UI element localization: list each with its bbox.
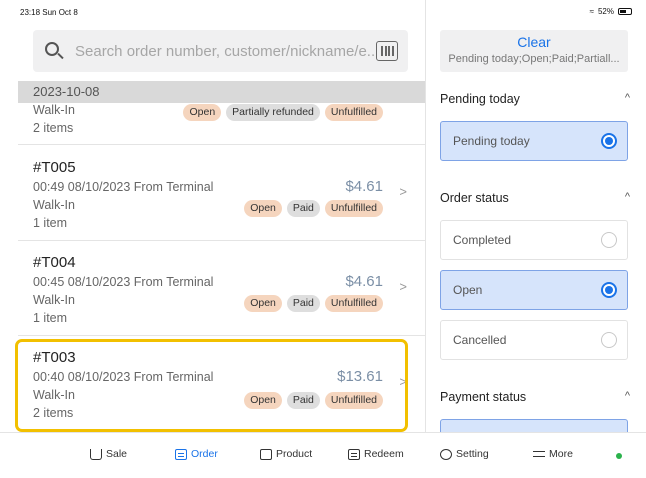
search-input[interactable]	[75, 42, 376, 60]
status-badge-partially-refunded: Partially refunded	[226, 104, 320, 121]
nav-label: Setting	[456, 448, 489, 460]
status-badge-paid: Paid	[286, 200, 320, 217]
bottom-nav: Sale Order Product Redeem Setting More	[0, 432, 646, 478]
chevron-right-icon: >	[399, 279, 407, 294]
order-row-partial[interactable]: Walk-In 2 items Open Partially refunded …	[18, 103, 425, 145]
radio-icon	[601, 332, 617, 348]
status-badge-unfulfilled: Unfulfilled	[324, 104, 383, 121]
order-items-count: 2 items	[33, 406, 74, 420]
option-label: Completed	[453, 233, 512, 247]
order-badges: Open Paid Unfulfilled	[244, 392, 383, 409]
status-badge-unfulfilled: Unfulfilled	[324, 200, 383, 217]
filter-panel: Clear Pending today;Open;Paid;Partiall..…	[425, 0, 646, 432]
filter-option-pending-today[interactable]: Pending today	[440, 121, 628, 161]
order-number: #T005	[33, 159, 76, 176]
order-amount: $13.61	[337, 368, 383, 385]
order-list-icon	[175, 448, 187, 460]
status-badge-unfulfilled: Unfulfilled	[324, 295, 383, 312]
nav-item-product[interactable]: Product	[260, 448, 312, 460]
clear-filters-button[interactable]: Clear Pending today;Open;Paid;Partiall..…	[440, 30, 628, 72]
status-badge-open: Open	[244, 392, 282, 409]
chevron-right-icon: >	[399, 374, 407, 389]
order-number: #T003	[33, 349, 76, 366]
clear-label: Clear	[517, 34, 551, 50]
ticket-icon	[348, 448, 360, 460]
order-list-panel: 2023-10-08 Walk-In 2 items Open Partiall…	[0, 0, 425, 432]
section-title-payment-status: Payment status	[440, 390, 527, 404]
search-icon	[43, 40, 65, 62]
order-amount: $4.61	[345, 178, 383, 195]
order-meta: 00:45 08/10/2023 From Terminal	[33, 275, 214, 289]
chevron-up-icon[interactable]: ^	[625, 92, 630, 104]
status-badge-open: Open	[244, 295, 282, 312]
order-customer: Walk-In	[33, 103, 75, 117]
bag-icon	[260, 448, 272, 460]
filter-option-cancelled[interactable]: Cancelled	[440, 320, 628, 360]
order-badges: Open Paid Unfulfilled	[244, 295, 383, 312]
cart-icon	[90, 448, 102, 460]
radio-selected-icon	[601, 133, 617, 149]
section-title-pending: Pending today	[440, 92, 520, 106]
order-row-t004[interactable]: #T004 00:45 08/10/2023 From Terminal Wal…	[18, 241, 425, 336]
nav-item-order[interactable]: Order	[175, 448, 218, 460]
order-meta: 00:40 08/10/2023 From Terminal	[33, 370, 214, 384]
status-badge-open: Open	[244, 200, 282, 217]
order-items-count: 1 item	[33, 311, 68, 325]
online-status-dot	[616, 453, 622, 459]
nav-label: Redeem	[364, 448, 404, 460]
nav-item-sale[interactable]: Sale	[90, 448, 127, 460]
nav-label: More	[549, 448, 573, 460]
chevron-up-icon[interactable]: ^	[625, 390, 630, 402]
filter-option-open[interactable]: Open	[440, 270, 628, 310]
filter-option-payment-partial[interactable]	[440, 419, 628, 432]
option-label: Pending today	[453, 134, 530, 148]
radio-icon	[601, 232, 617, 248]
nav-label: Order	[191, 448, 218, 460]
status-badge-paid: Paid	[286, 295, 320, 312]
menu-icon	[533, 449, 545, 460]
filter-summary: Pending today;Open;Paid;Partiall...	[448, 53, 620, 65]
option-label: Open	[453, 283, 483, 297]
nav-label: Sale	[106, 448, 128, 460]
option-label: Cancelled	[453, 333, 507, 347]
section-title-order-status: Order status	[440, 191, 509, 205]
search-bar[interactable]	[33, 30, 408, 72]
status-badge-paid: Paid	[286, 392, 320, 409]
chevron-up-icon[interactable]: ^	[625, 191, 630, 203]
order-row-t003[interactable]: #T003 00:40 08/10/2023 From Terminal Wal…	[18, 336, 425, 431]
order-customer: Walk-In	[33, 198, 75, 212]
order-customer: Walk-In	[33, 388, 75, 402]
order-badges: Open Paid Unfulfilled	[244, 200, 383, 217]
nav-label: Product	[276, 448, 313, 460]
chevron-right-icon: >	[399, 184, 407, 199]
status-badge-unfulfilled: Unfulfilled	[324, 392, 383, 409]
order-items-count: 2 items	[33, 121, 74, 135]
order-number: #T004	[33, 254, 76, 271]
order-meta: 00:49 08/10/2023 From Terminal	[33, 180, 214, 194]
radio-selected-icon	[601, 282, 617, 298]
order-amount: $4.61	[345, 273, 383, 290]
order-customer: Walk-In	[33, 293, 75, 307]
gear-icon	[440, 448, 452, 460]
barcode-scan-icon[interactable]	[376, 41, 398, 61]
nav-item-redeem[interactable]: Redeem	[348, 448, 404, 460]
order-badges: Open Partially refunded Unfulfilled	[183, 104, 383, 121]
date-header: 2023-10-08	[18, 81, 425, 103]
order-items-count: 1 item	[33, 216, 68, 230]
status-badge-open: Open	[183, 104, 222, 121]
order-row-t005[interactable]: #T005 00:49 08/10/2023 From Terminal Wal…	[18, 146, 425, 241]
nav-item-setting[interactable]: Setting	[440, 448, 489, 460]
filter-option-completed[interactable]: Completed	[440, 220, 628, 260]
nav-item-more[interactable]: More	[533, 448, 573, 460]
